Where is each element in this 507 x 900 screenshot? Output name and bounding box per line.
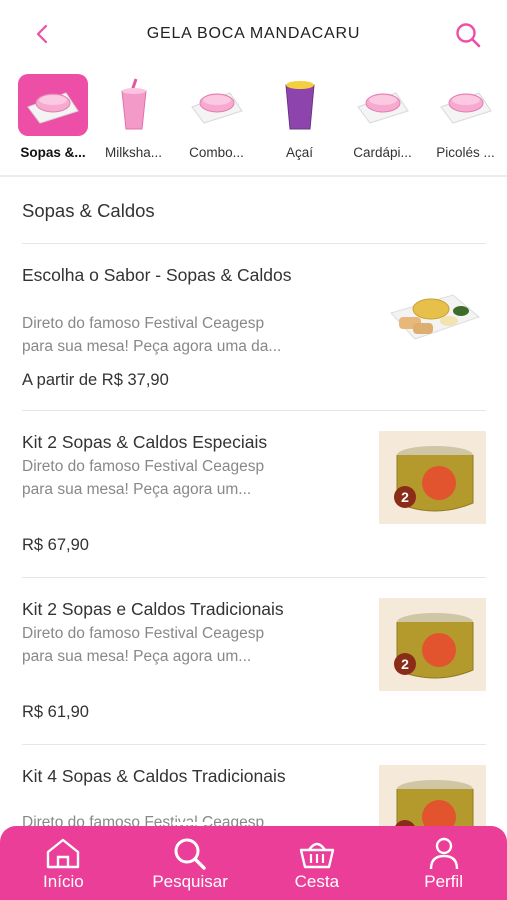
bowl-icon — [356, 92, 409, 124]
category-label: Açaí — [285, 145, 313, 160]
category-acai[interactable]: Açaí — [258, 74, 341, 172]
category-image — [348, 74, 418, 136]
search-button[interactable] — [453, 20, 483, 50]
soup-pot-image: 2 — [393, 612, 473, 678]
category-label: Sopas &... — [20, 145, 86, 160]
bowl-icon — [439, 92, 492, 124]
nav-cesta[interactable]: Cesta — [254, 826, 381, 900]
nav-label: Cesta — [294, 872, 340, 891]
nav-inicio[interactable]: Início — [0, 826, 127, 900]
product-description: Direto do famoso Festival Ceagesp para s… — [22, 315, 282, 355]
soup-plate-image — [389, 293, 480, 340]
home-icon — [47, 838, 80, 869]
store-title: GELA BOCA MANDACARU — [146, 25, 361, 42]
bottom-navigation: Início Pesquisar Cesta Perfil — [0, 822, 507, 900]
category-label: Milksha... — [104, 145, 162, 160]
product-item[interactable]: Kit 2 Sopas e Caldos Tradicionais Direto… — [22, 577, 486, 744]
category-label: Cardápi... — [353, 145, 412, 160]
bowl-icon — [27, 92, 79, 124]
svg-text:2: 2 — [401, 489, 409, 505]
category-milkshake[interactable]: Milksha... — [92, 74, 175, 172]
svg-text:2: 2 — [401, 656, 409, 672]
category-sopas[interactable]: Sopas &... — [14, 74, 92, 172]
category-picoles[interactable]: Picolés ... — [424, 74, 507, 172]
product-image — [379, 266, 486, 359]
nav-perfil[interactable]: Perfil — [380, 826, 507, 900]
acai-cup-icon — [284, 81, 315, 130]
category-image — [99, 74, 169, 136]
category-image — [431, 74, 501, 136]
nav-label: Pesquisar — [152, 872, 228, 891]
product-item[interactable]: Kit 2 Sopas & Caldos Especiais Direto do… — [22, 410, 486, 577]
person-icon — [429, 837, 458, 870]
top-bar: GELA BOCA MANDACARU — [0, 0, 507, 70]
category-image — [182, 74, 252, 136]
product-list: Escolha o Sabor - Sopas & Caldos Direto … — [22, 243, 486, 900]
divider — [0, 175, 507, 177]
product-image: 2 — [379, 598, 486, 691]
product-name: Escolha o Sabor - Sopas & Caldos — [22, 265, 292, 285]
category-cardapio[interactable]: Cardápi... — [341, 74, 424, 172]
category-carousel[interactable]: Sopas &... Milksha... Combo... Açaí Card… — [0, 74, 507, 172]
product-name: Kit 2 Sopas & Caldos Especiais — [22, 432, 268, 452]
active-indicator — [172, 822, 209, 825]
product-price: R$ 67,90 — [22, 536, 89, 554]
basket-icon — [299, 842, 335, 869]
product-price: R$ 61,90 — [22, 703, 89, 721]
product-description: Direto do famoso Festival Ceagesp para s… — [22, 625, 265, 665]
nav-label: Perfil — [424, 872, 463, 891]
product-name: Kit 2 Sopas e Caldos Tradicionais — [22, 599, 284, 619]
bowl-icon — [190, 92, 243, 124]
product-price: A partir de R$ 37,90 — [22, 371, 169, 389]
category-combo[interactable]: Combo... — [175, 74, 258, 172]
product-description: Direto do famoso Festival Ceagesp para s… — [22, 458, 265, 498]
category-image — [18, 74, 88, 136]
category-label: Combo... — [189, 145, 244, 160]
product-image: 2 — [379, 431, 486, 524]
nav-pesquisar[interactable]: Pesquisar — [127, 822, 254, 900]
category-label: Picolés ... — [436, 145, 495, 160]
soup-pot-image: 2 — [393, 445, 473, 511]
product-item[interactable]: Escolha o Sabor - Sopas & Caldos Direto … — [22, 243, 486, 410]
section-title: Sopas & Caldos — [22, 200, 155, 221]
product-name: Kit 4 Sopas & Caldos Tradicionais — [22, 766, 286, 786]
milkshake-cup-icon — [120, 78, 147, 130]
search-icon — [456, 23, 481, 48]
category-image — [265, 74, 335, 136]
nav-label: Início — [43, 872, 84, 891]
search-icon — [174, 838, 206, 870]
